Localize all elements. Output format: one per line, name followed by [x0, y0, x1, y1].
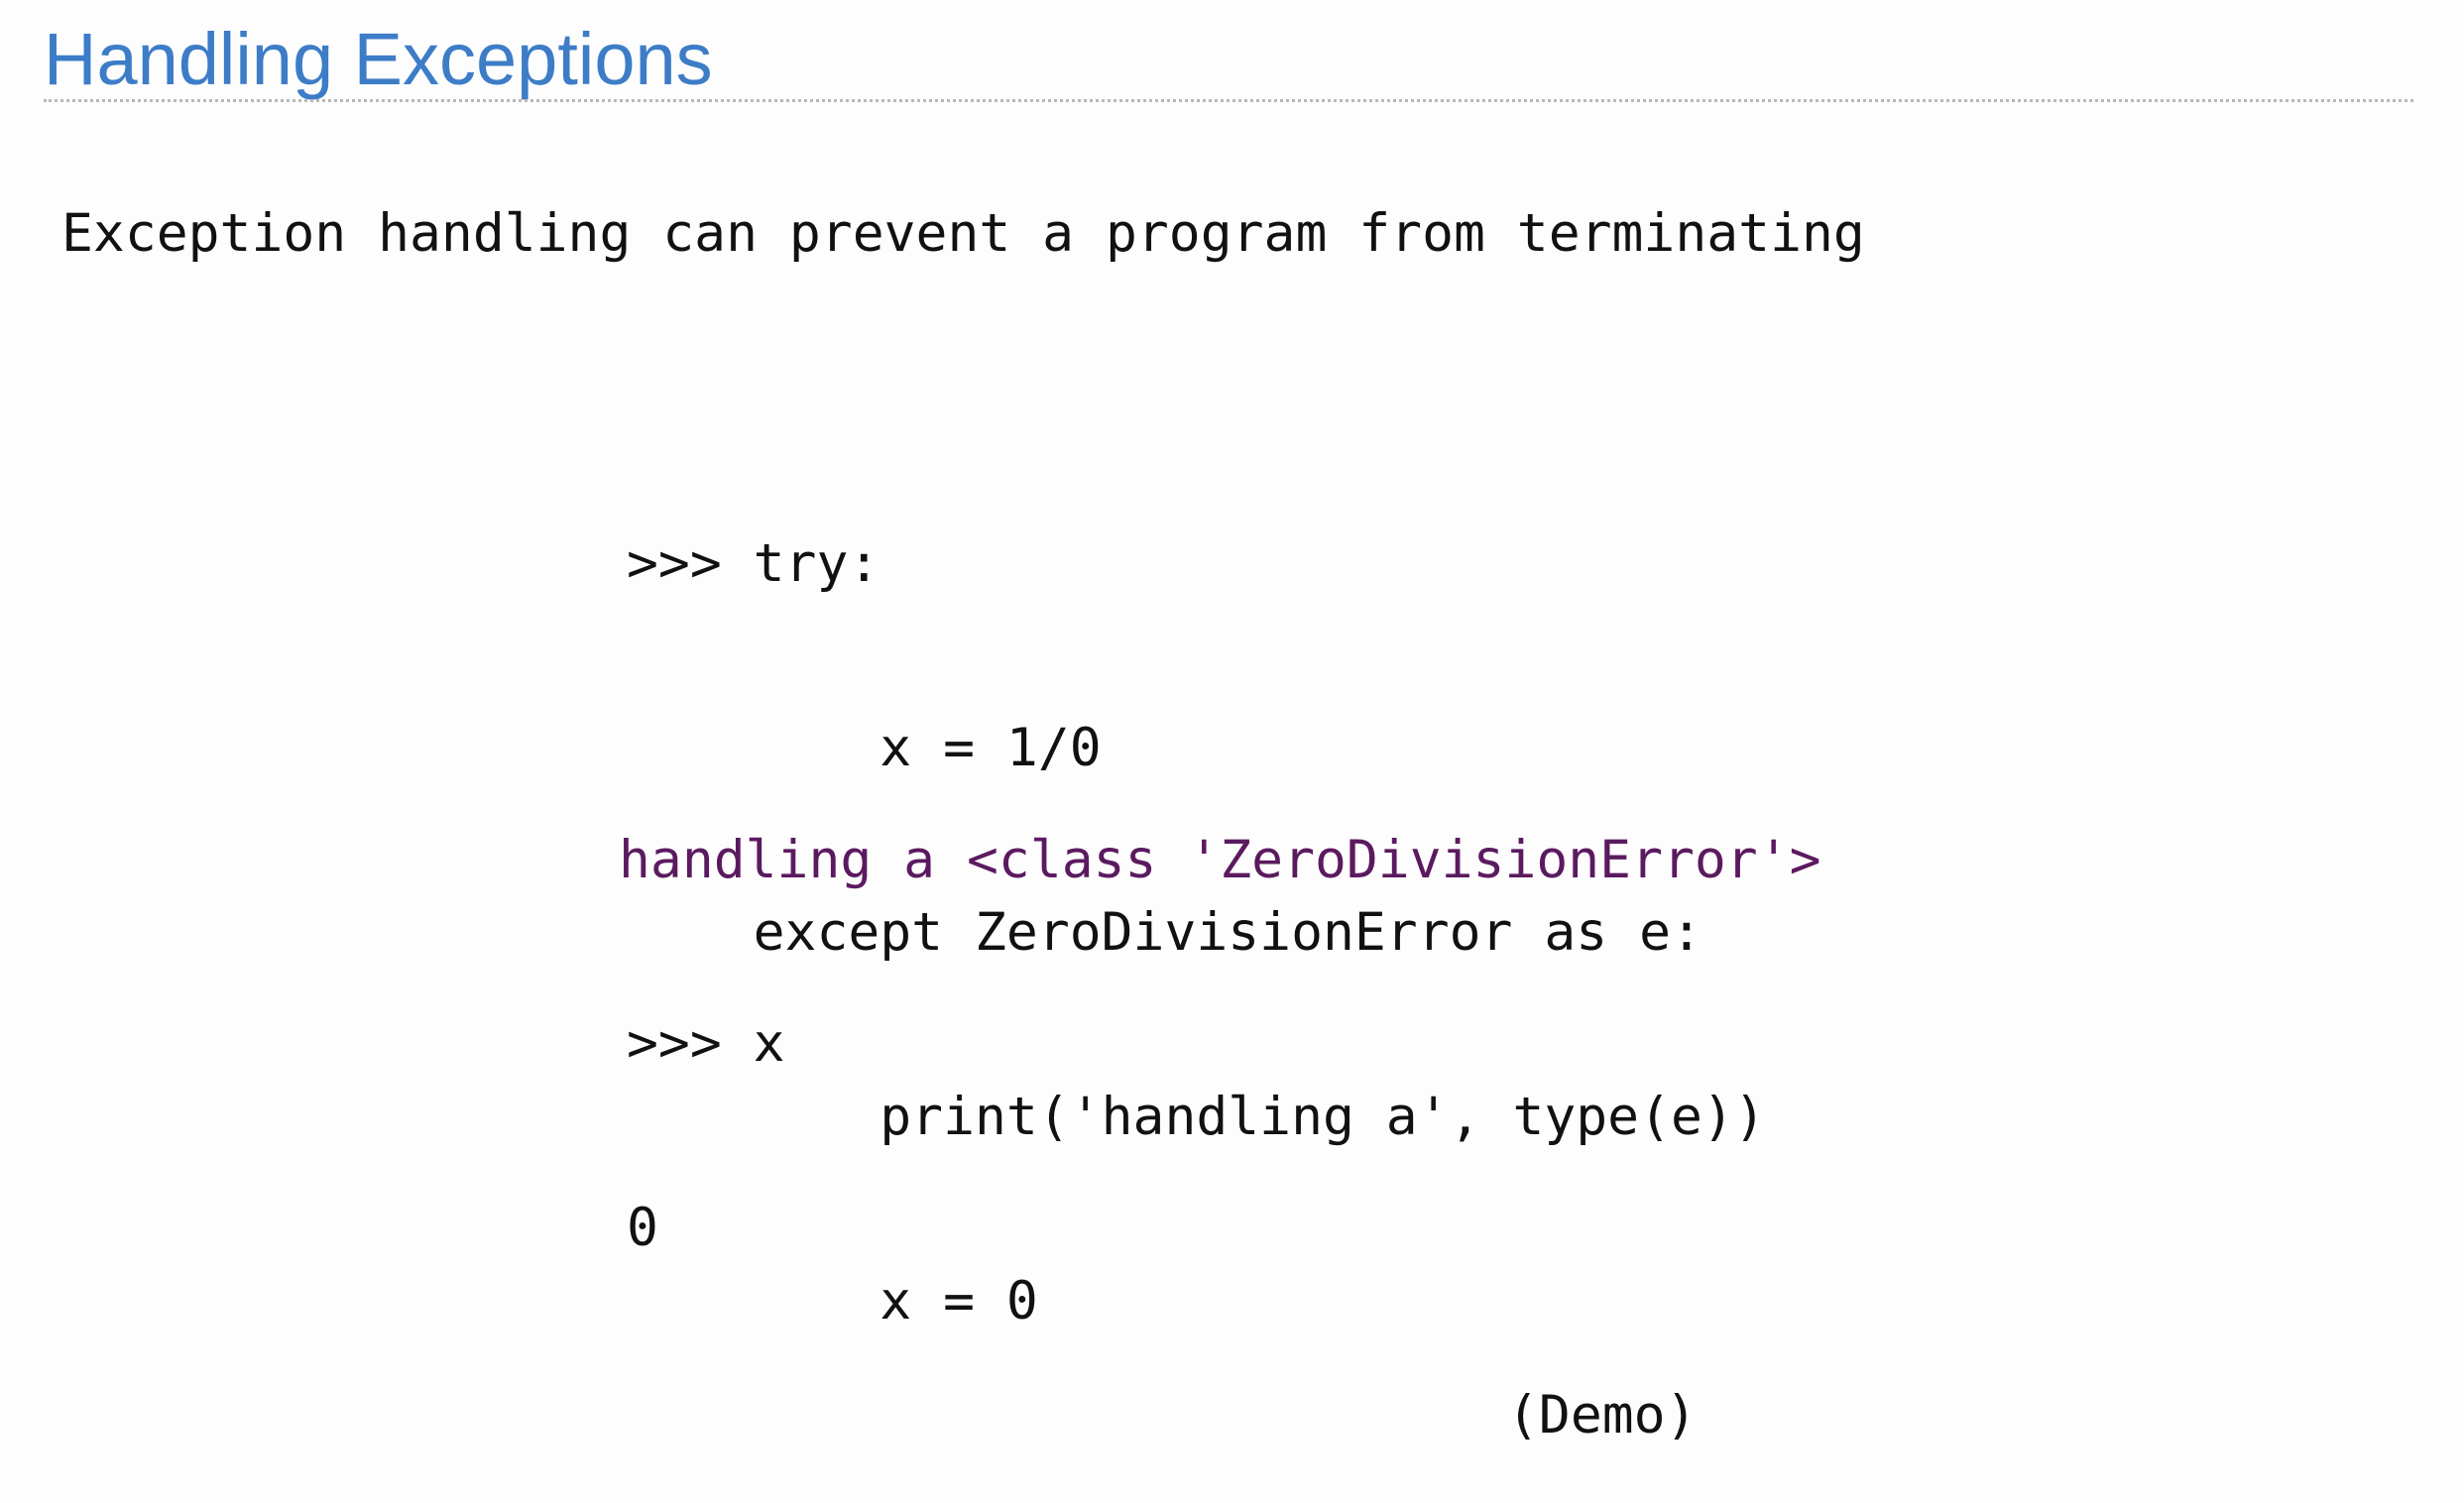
code-block: >>> try: x = 1/0 except ZeroDivisionErro…: [627, 410, 1766, 1455]
code-line: x = 0: [627, 1271, 1038, 1331]
code-line: except ZeroDivisionError as e:: [627, 902, 1702, 963]
code-line: >>> try:: [627, 533, 880, 594]
repl-block: >>> x 0: [627, 890, 785, 1382]
repl-line: 0: [627, 1198, 658, 1258]
repl-line: >>> x: [627, 1013, 785, 1074]
slide-subtitle: Exception handling can prevent a program…: [61, 203, 1865, 264]
code-line: print('handling a', type(e)): [627, 1087, 1766, 1147]
title-divider: [44, 99, 2413, 102]
slide: Handling Exceptions Exception handling c…: [0, 0, 2464, 1503]
demo-label: (Demo): [1507, 1385, 1698, 1445]
code-line: x = 1/0: [627, 718, 1102, 778]
slide-title: Handling Exceptions: [44, 18, 713, 100]
program-output: handling a <class 'ZeroDivisionError'>: [619, 830, 1821, 890]
